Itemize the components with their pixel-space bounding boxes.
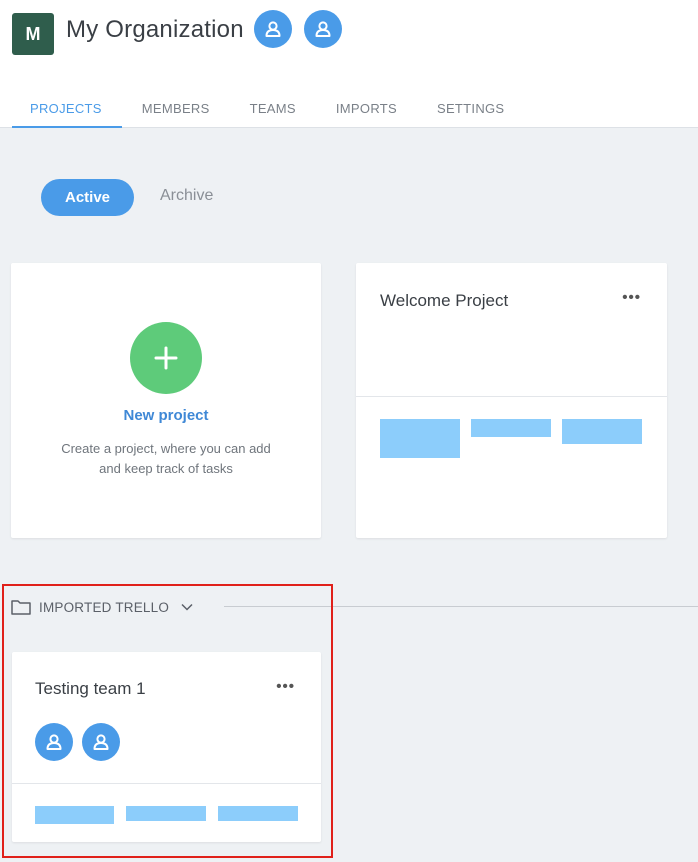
section-header-imported-trello[interactable]: IMPORTED TRELLO	[11, 597, 193, 617]
new-project-card[interactable]: New project Create a project, where you …	[11, 263, 321, 538]
card-divider	[356, 396, 667, 397]
tab-projects[interactable]: PROJECTS	[12, 100, 122, 128]
more-options-icon[interactable]: •••	[622, 290, 641, 305]
tab-members[interactable]: MEMBERS	[122, 100, 230, 128]
page: M My Organization PROJECTS MEMBERS TEAMS…	[0, 0, 698, 862]
new-project-title[interactable]: New project	[11, 407, 321, 424]
progress-placeholder-bar	[380, 419, 460, 458]
user-avatar-icon	[46, 734, 62, 750]
progress-placeholder-bar	[126, 806, 206, 821]
progress-placeholder-bar	[218, 806, 298, 821]
card-divider	[12, 783, 321, 784]
new-project-description-line: and keep track of tasks	[99, 461, 233, 476]
header: M My Organization PROJECTS MEMBERS TEAMS…	[0, 0, 698, 128]
tab-settings[interactable]: SETTINGS	[417, 100, 524, 128]
project-title[interactable]: Testing team 1	[35, 679, 146, 699]
user-avatar-icon	[265, 21, 281, 37]
progress-placeholder-bar	[471, 419, 551, 437]
progress-placeholder-bar	[35, 806, 114, 824]
new-project-description: Create a project, where you can add and …	[41, 439, 291, 479]
filter-active-button[interactable]: Active	[41, 179, 134, 216]
tab-teams[interactable]: TEAMS	[230, 100, 316, 128]
user-avatar-icon	[315, 21, 331, 37]
org-logo[interactable]: M	[12, 13, 54, 55]
project-title[interactable]: Welcome Project	[380, 291, 508, 311]
project-card-welcome[interactable]: Welcome Project •••	[356, 263, 667, 538]
nav-tabs: PROJECTS MEMBERS TEAMS IMPORTS SETTINGS	[12, 100, 524, 128]
org-name: My Organization	[66, 16, 244, 43]
add-project-button[interactable]	[130, 322, 202, 394]
section-label: IMPORTED TRELLO	[39, 599, 170, 615]
project-card-testing-team[interactable]: Testing team 1 •••	[12, 652, 321, 842]
chevron-down-icon[interactable]	[181, 603, 193, 611]
filter-archive-button[interactable]: Archive	[160, 187, 213, 205]
member-avatar-icon[interactable]	[82, 723, 120, 761]
tab-imports[interactable]: IMPORTS	[316, 100, 417, 128]
progress-placeholder-bar	[562, 419, 642, 444]
new-project-description-line: Create a project, where you can add	[61, 441, 271, 456]
section-divider	[224, 606, 698, 607]
member-avatar-icon[interactable]	[35, 723, 73, 761]
member-avatar-icon[interactable]	[254, 10, 292, 48]
more-options-icon[interactable]: •••	[276, 679, 295, 694]
folder-icon	[11, 600, 31, 615]
plus-icon	[154, 346, 178, 370]
user-avatar-icon	[93, 734, 109, 750]
member-avatar-icon[interactable]	[304, 10, 342, 48]
